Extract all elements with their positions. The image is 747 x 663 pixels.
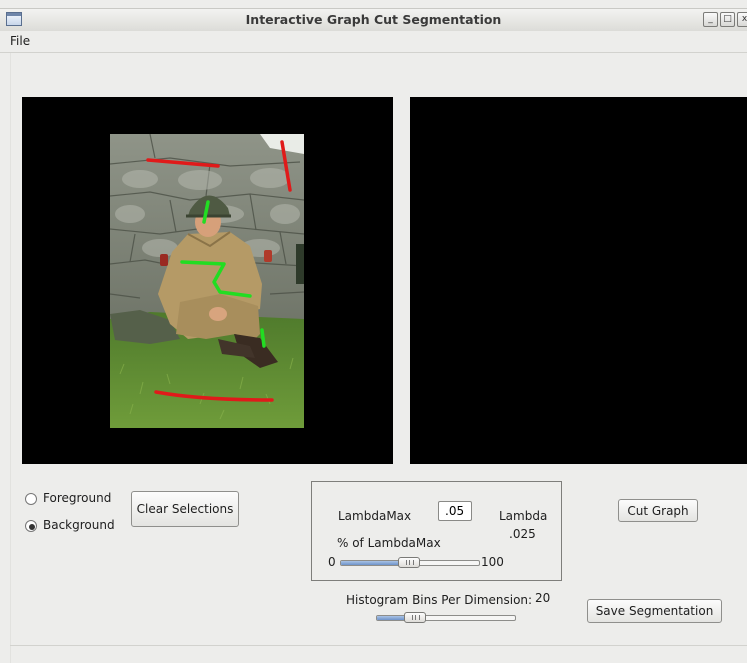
slider-max-label: 100 — [481, 555, 504, 569]
lambda-max-input[interactable] — [438, 501, 472, 521]
background-radio-selected-dot — [29, 524, 35, 530]
lambda-value: .025 — [509, 527, 536, 541]
minimize-icon[interactable]: _ — [703, 12, 718, 27]
histogram-slider-thumb[interactable] — [403, 612, 426, 623]
background-radio[interactable] — [25, 520, 37, 532]
foreground-radio[interactable] — [25, 493, 37, 505]
menu-bar: File — [0, 31, 747, 53]
status-divider — [10, 645, 747, 646]
menu-file[interactable]: File — [10, 34, 30, 48]
save-segmentation-button[interactable]: Save Segmentation — [587, 599, 722, 623]
histogram-slider-track[interactable] — [376, 615, 516, 621]
window-title: Interactive Graph Cut Segmentation — [245, 12, 502, 27]
histogram-bins-value: 20 — [535, 591, 551, 605]
close-icon[interactable]: x — [737, 12, 747, 27]
percent-of-lambdamax-label: % of LambdaMax — [337, 536, 441, 550]
lambda-label: Lambda — [499, 509, 548, 523]
segmentation-output-canvas — [410, 97, 747, 464]
title-bar[interactable]: Interactive Graph Cut Segmentation _ □ x — [0, 8, 747, 32]
slider-min-label: 0 — [328, 555, 336, 569]
lambda-slider-thumb[interactable] — [398, 557, 420, 568]
clear-selections-button[interactable]: Clear Selections — [131, 491, 239, 527]
lambda-max-label: LambdaMax — [338, 509, 412, 523]
histogram-bins-label: Histogram Bins Per Dimension: — [346, 593, 533, 607]
soldier-photo[interactable] — [110, 134, 304, 428]
background-label: Background — [43, 518, 115, 532]
cut-graph-button[interactable]: Cut Graph — [618, 499, 698, 522]
maximize-icon[interactable]: □ — [720, 12, 735, 27]
panel-border — [10, 53, 11, 663]
foreground-label: Foreground — [43, 491, 112, 505]
